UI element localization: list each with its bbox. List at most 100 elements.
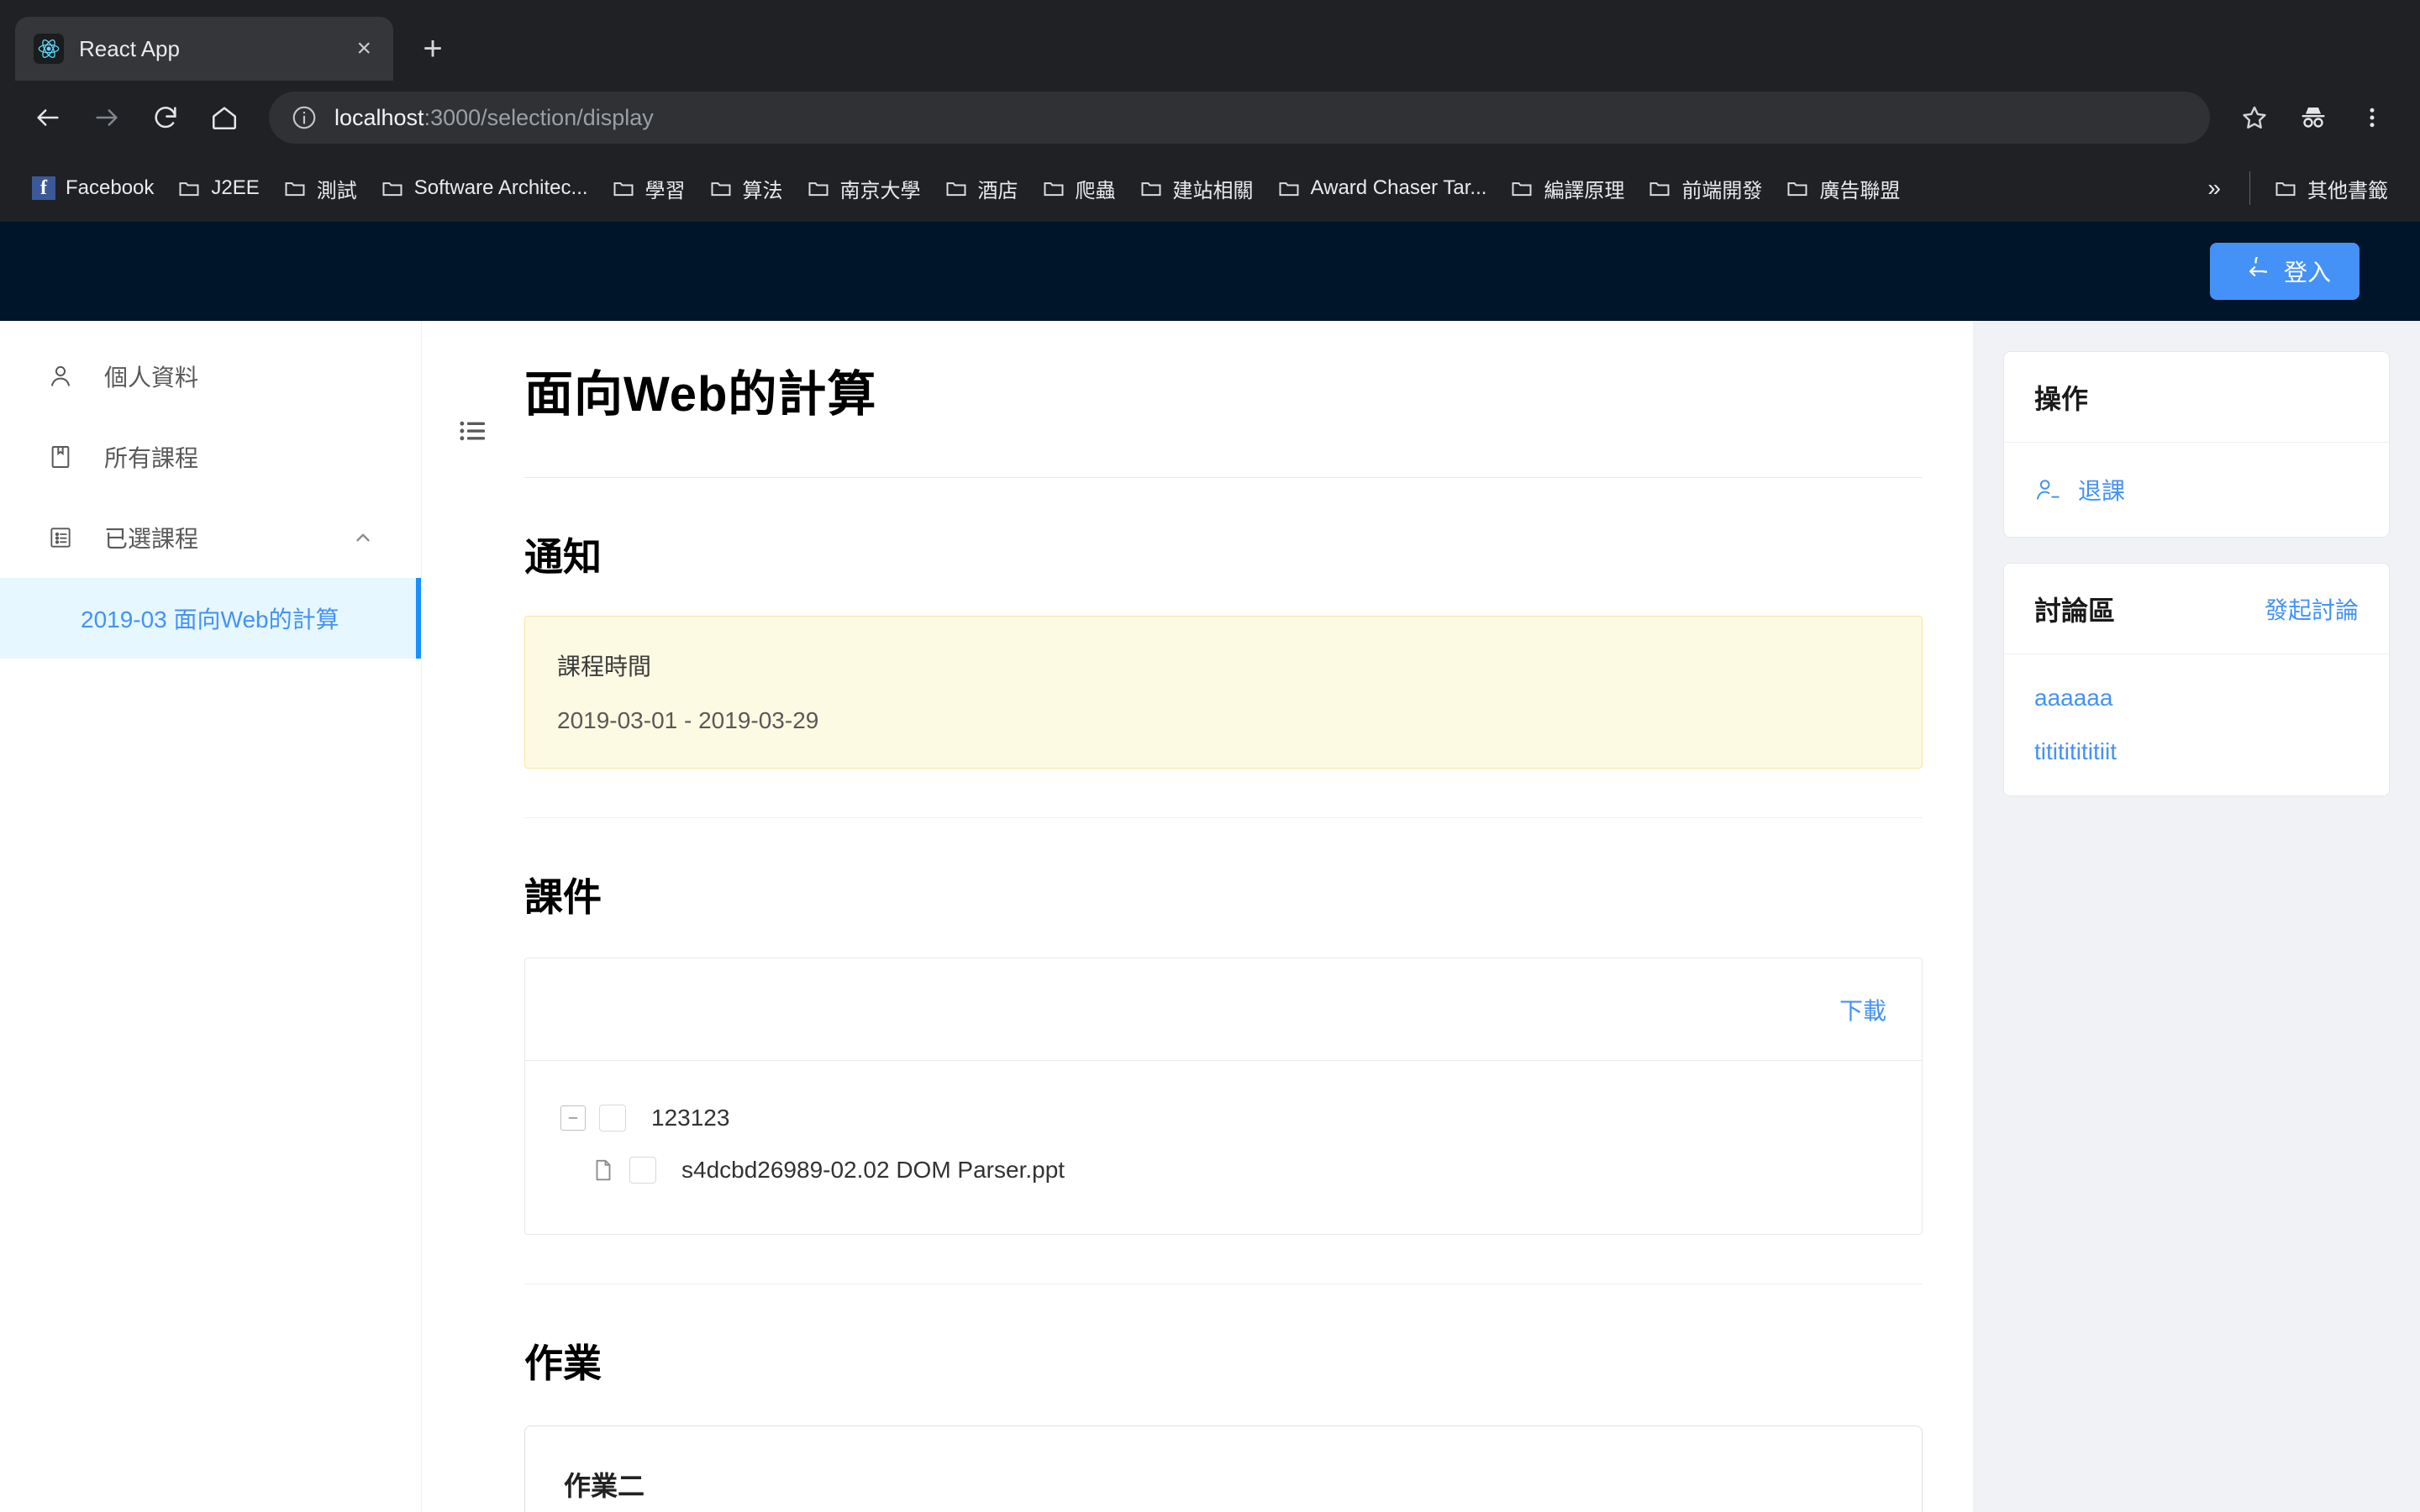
notice-title: 課程時間 <box>557 654 652 680</box>
bookmark-item[interactable]: 南京大學 <box>795 169 933 208</box>
tree-node-label: 123123 <box>651 1105 730 1131</box>
login-button[interactable]: 登入 <box>2209 243 2360 300</box>
bookmark-label: J2EE <box>211 176 260 199</box>
app-header: 登入 <box>0 222 2420 321</box>
folder-icon <box>1042 176 1065 200</box>
unordered-list-icon[interactable] <box>455 413 491 1512</box>
bookmark-label: 測試 <box>316 179 357 202</box>
login-button-label: 登入 <box>2283 260 2331 286</box>
app-body: 個人資料 所有課程 已選課程 2019-03 面向Web的計算 面向Web的計算… <box>0 321 2420 1512</box>
bookmark-item[interactable]: 測試 <box>271 169 369 208</box>
forward-icon[interactable] <box>81 92 133 144</box>
bookmark-item[interactable]: 建站相關 <box>1128 169 1265 208</box>
bookmark-label: 編譯原理 <box>1544 179 1625 202</box>
courseware-card-header: 下載 <box>525 958 1922 1061</box>
tab-strip: React App × + <box>0 0 2420 81</box>
three-dot-menu-icon[interactable] <box>2346 92 2398 144</box>
sidebar-item-selected-courses[interactable]: 已選課程 <box>0 497 421 578</box>
tree-node-label: s4dcbd26989-02.02 DOM Parser.ppt <box>681 1157 1065 1183</box>
folder-icon <box>1277 176 1301 200</box>
homework-card[interactable]: 作業二 大小限制：11 MB <box>524 1425 1923 1512</box>
bookmark-label: 南京大學 <box>839 179 921 202</box>
bookmark-label: Facebook <box>66 176 155 199</box>
section-title-courseware: 課件 <box>524 875 602 919</box>
sidebar-item-profile[interactable]: 個人資料 <box>0 336 421 417</box>
browser-tab[interactable]: React App × <box>15 17 393 81</box>
bookmark-item[interactable]: 學習 <box>600 169 697 208</box>
folder-icon <box>612 176 635 200</box>
bookmark-item[interactable]: 廣告聯盟 <box>1774 169 1912 208</box>
actions-panel-header: 操作 <box>2004 352 2389 443</box>
bookmark-item[interactable]: 前端開發 <box>1636 169 1774 208</box>
bookmark-item[interactable]: J2EE <box>166 171 271 205</box>
bookmark-item[interactable]: Award Chaser Tar... <box>1265 171 1499 205</box>
bookmark-label: 前端開發 <box>1681 179 1763 202</box>
url-path: :3000/selection/display <box>424 104 654 130</box>
bookmark-label: Award Chaser Tar... <box>1310 176 1487 199</box>
discussion-thread-link[interactable]: titititititiit <box>2034 738 2359 765</box>
bookmark-item[interactable]: Software Architec... <box>369 171 600 205</box>
discussion-list: aaaaaa titititititiit <box>2004 654 2389 795</box>
folder-icon <box>1139 176 1163 200</box>
sidebar-subitem-course[interactable]: 2019-03 面向Web的計算 <box>0 578 421 659</box>
bookmark-label: Software Architec... <box>413 176 588 199</box>
bookmark-label: 學習 <box>644 179 686 202</box>
folder-icon <box>709 176 733 200</box>
home-icon[interactable] <box>198 92 250 144</box>
bookmark-item[interactable]: 酒店 <box>933 169 1030 208</box>
sidebar-item-all-courses[interactable]: 所有課程 <box>0 417 421 497</box>
address-bar-url: localhost:3000/selection/display <box>334 105 654 131</box>
main-content: 面向Web的計算 通知 課程時間 2019-03-01 - 2019-03-29… <box>524 321 1973 1512</box>
user-icon <box>47 363 74 390</box>
bookmarks-overflow-button[interactable]: » <box>2191 170 2238 207</box>
bookmark-item[interactable]: 爬蟲 <box>1030 169 1128 208</box>
discussion-thread-link[interactable]: aaaaaa <box>2034 685 2359 711</box>
tree-node-file[interactable]: s4dcbd26989-02.02 DOM Parser.ppt <box>560 1157 1886 1184</box>
discussion-panel: 討論區 發起討論 aaaaaa titititititiit <box>2003 563 2390 796</box>
drop-course-button[interactable]: 退課 <box>2034 473 2359 507</box>
discussion-panel-header: 討論區 發起討論 <box>2004 564 2389 654</box>
bookmark-label: 爬蟲 <box>1075 179 1116 202</box>
courseware-tree: 123123 s4dcbd26989-02.02 DOM Parser.ppt <box>525 1061 1922 1234</box>
back-icon[interactable] <box>22 92 74 144</box>
download-button[interactable]: 下載 <box>1839 993 1886 1026</box>
star-icon[interactable] <box>2228 92 2281 144</box>
sidebar-subitem-label: 2019-03 面向Web的計算 <box>81 606 339 633</box>
close-icon[interactable]: × <box>353 33 375 65</box>
address-bar[interactable]: localhost:3000/selection/display <box>269 92 2210 144</box>
user-delete-icon <box>2034 476 2061 503</box>
bookmark-item[interactable]: f Facebook <box>20 171 166 205</box>
new-tab-button[interactable]: + <box>407 23 459 75</box>
folder-icon <box>1510 176 1534 200</box>
browser-toolbar: localhost:3000/selection/display <box>0 81 2420 155</box>
discussion-panel-title: 討論區 <box>2034 595 2116 626</box>
bookmark-label: 酒店 <box>977 179 1018 202</box>
bookmarks-bar: f Facebook J2EE 測試 Software Architec... … <box>0 155 2420 222</box>
login-icon <box>2238 257 2267 286</box>
section-title-homework: 作業 <box>524 1341 602 1385</box>
info-circle-icon[interactable] <box>291 104 318 131</box>
other-bookmarks-button[interactable]: 其他書籤 <box>2262 169 2400 208</box>
other-bookmarks-label: 其他書籤 <box>2307 179 2388 202</box>
sidebar-item-label: 已選課程 <box>104 526 199 552</box>
bookmark-item[interactable]: 編譯原理 <box>1498 169 1636 208</box>
homework-title: 作業二 <box>564 1471 645 1501</box>
bookmark-label: 廣告聯盟 <box>1819 179 1901 202</box>
chevron-up-icon[interactable] <box>352 527 374 549</box>
profile-list-icon <box>47 524 74 551</box>
tree-node-checkbox[interactable] <box>599 1105 626 1131</box>
reload-icon[interactable] <box>139 92 192 144</box>
tree-node-checkbox[interactable] <box>629 1157 656 1184</box>
notice-card: 課程時間 2019-03-01 - 2019-03-29 <box>524 616 1923 769</box>
page-title: 面向Web的計算 <box>524 367 877 422</box>
divider <box>2249 171 2250 205</box>
actions-panel: 操作 退課 <box>2003 351 2390 538</box>
divider <box>524 817 1923 818</box>
bookmark-item[interactable]: 算法 <box>697 169 795 208</box>
notice-date-range: 2019-03-01 - 2019-03-29 <box>557 707 819 733</box>
sidebar: 個人資料 所有課程 已選課程 2019-03 面向Web的計算 <box>0 321 422 1512</box>
tree-node-folder[interactable]: 123123 <box>560 1105 1886 1131</box>
minus-square-icon[interactable] <box>560 1105 586 1131</box>
incognito-icon[interactable] <box>2287 92 2339 144</box>
new-discussion-button[interactable]: 發起討論 <box>2265 592 2359 626</box>
